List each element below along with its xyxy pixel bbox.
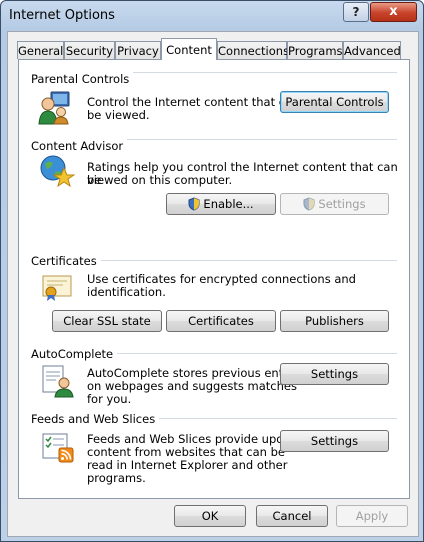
certificates-desc: Use certificates for encrypted connectio… bbox=[87, 272, 356, 299]
shield-icon bbox=[303, 197, 315, 211]
advisor-settings-button-label: Settings bbox=[318, 197, 366, 211]
title-bar[interactable]: Internet Options ? x bbox=[1, 1, 423, 31]
tab-connections[interactable]: Connections bbox=[217, 41, 289, 59]
clear-ssl-state-button[interactable]: Clear SSL state bbox=[52, 310, 162, 332]
content-advisor-globe-icon bbox=[40, 155, 75, 188]
feeds-desc-line4: programs. bbox=[87, 471, 146, 485]
parental-controls-button[interactable]: Parental Controls bbox=[280, 91, 389, 113]
section-title-autocomplete: AutoComplete bbox=[31, 347, 118, 361]
close-button[interactable]: x bbox=[370, 2, 417, 22]
dialog-client: General Security Privacy Content Connect… bbox=[7, 31, 419, 537]
cancel-button[interactable]: Cancel bbox=[256, 505, 328, 527]
content-advisor-settings-button[interactable]: Settings bbox=[280, 193, 389, 215]
parental-controls-button-label: Parental Controls bbox=[285, 95, 384, 109]
help-button[interactable]: ? bbox=[343, 2, 369, 22]
feeds-settings-button[interactable]: Settings bbox=[280, 430, 389, 452]
advisor-desc-line2: viewed on this computer. bbox=[87, 173, 233, 187]
tab-general[interactable]: General bbox=[17, 41, 64, 59]
tab-advanced[interactable]: Advanced bbox=[343, 41, 401, 59]
enable-button-label: Enable... bbox=[203, 197, 254, 211]
certificates-button[interactable]: Certificates bbox=[166, 310, 276, 332]
internet-options-window: Internet Options ? x General Security Pr… bbox=[0, 0, 424, 542]
window-title: Internet Options bbox=[9, 8, 115, 23]
publishers-button[interactable]: Publishers bbox=[280, 310, 389, 332]
shield-icon bbox=[188, 197, 200, 211]
autocomplete-desc-line3: for you. bbox=[87, 392, 132, 406]
tab-security[interactable]: Security bbox=[64, 41, 115, 59]
autocomplete-settings-label: Settings bbox=[310, 367, 359, 381]
section-title-content-advisor: Content Advisor bbox=[31, 139, 128, 153]
tab-programs[interactable]: Programs bbox=[287, 41, 343, 59]
section-title-certificates: Certificates bbox=[31, 254, 101, 268]
feeds-settings-label: Settings bbox=[310, 434, 359, 448]
clear-ssl-label: Clear SSL state bbox=[63, 314, 151, 328]
content-tab-panel: Parental Controls Control the Internet c… bbox=[18, 59, 410, 499]
tab-content[interactable]: Content bbox=[161, 38, 217, 60]
ok-button-label: OK bbox=[201, 509, 219, 523]
feeds-icon bbox=[42, 433, 74, 463]
certificates-button-label: Certificates bbox=[188, 314, 254, 328]
tab-privacy[interactable]: Privacy bbox=[115, 41, 161, 59]
section-title-feeds: Feeds and Web Slices bbox=[31, 412, 160, 426]
apply-button[interactable]: Apply bbox=[336, 505, 408, 527]
content-advisor-enable-button[interactable]: Enable... bbox=[166, 193, 276, 215]
apply-button-label: Apply bbox=[355, 509, 389, 523]
ok-button[interactable]: OK bbox=[174, 505, 246, 527]
parental-icon bbox=[38, 91, 70, 125]
cancel-button-label: Cancel bbox=[272, 509, 312, 523]
autocomplete-settings-button[interactable]: Settings bbox=[280, 363, 389, 385]
parental-desc-line2: be viewed. bbox=[87, 108, 150, 122]
certificate-icon bbox=[42, 275, 72, 301]
section-title-parental: Parental Controls bbox=[31, 72, 134, 86]
publishers-button-label: Publishers bbox=[305, 314, 364, 328]
autocomplete-icon bbox=[42, 365, 74, 398]
